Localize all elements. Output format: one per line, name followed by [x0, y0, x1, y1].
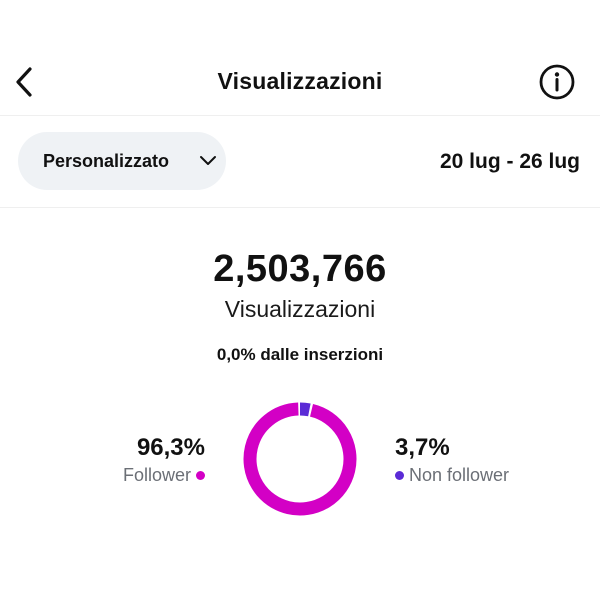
- filter-bar: Personalizzato 20 lug - 26 lug: [0, 116, 600, 208]
- views-insights-screen: Visualizzazioni Personalizzato 20 lug - …: [0, 0, 600, 600]
- follower-legend: Follower: [123, 464, 205, 486]
- follower-label: Follower: [122, 465, 191, 485]
- total-views-value: 2,503,766: [213, 248, 387, 290]
- non-follower-legend-dot: [395, 470, 404, 480]
- period-dropdown-label: Personalizzato: [43, 151, 170, 171]
- non-follower-label: Non follower: [409, 465, 510, 485]
- total-views-label: Visualizzazioni: [224, 296, 376, 322]
- ads-share-note: 0,0% dalle inserzioni: [216, 345, 384, 364]
- info-circle-icon: [539, 64, 575, 100]
- non-follower-legend: Non follower: [395, 464, 509, 486]
- non-follower-percentage: 3,7%: [395, 434, 450, 461]
- date-range-label: 20 lug - 26 lug: [439, 150, 580, 173]
- chevron-down-icon: [200, 156, 216, 165]
- follower-percentage: 96,3%: [136, 434, 205, 461]
- audience-donut-chart: [243, 402, 357, 516]
- follower-legend-dot: [196, 470, 205, 480]
- info-button[interactable]: [538, 63, 576, 101]
- period-dropdown[interactable]: Personalizzato: [18, 132, 226, 190]
- follower-stat: 96,3% Follower: [123, 434, 205, 486]
- follower-ring-segment: [243, 402, 357, 516]
- non-follower-stat: 3,7% Non follower: [395, 434, 509, 486]
- page-title: Visualizzazioni: [217, 68, 383, 94]
- top-bar: Visualizzazioni: [0, 0, 600, 116]
